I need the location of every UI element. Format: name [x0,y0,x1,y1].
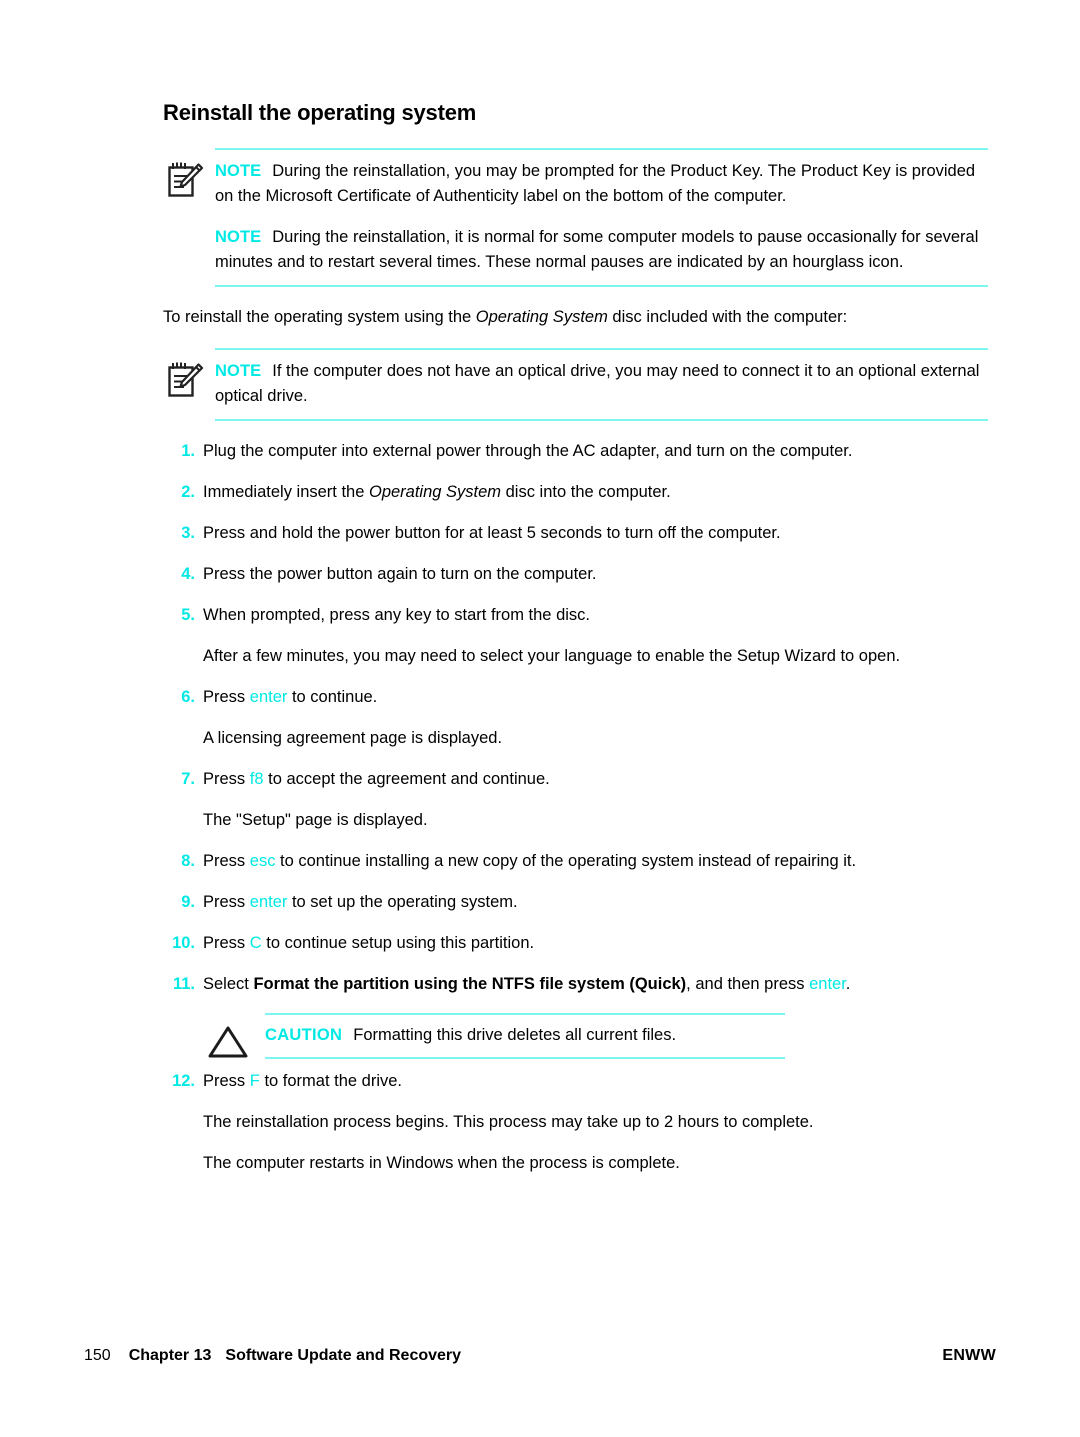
footer-section-title: Software Update and Recovery [225,1347,462,1364]
list-item: 1. Plug the computer into external power… [163,439,988,464]
step-text: Press C to continue setup using this par… [203,934,535,952]
step-number: 2. [181,483,195,501]
note-item: NOTE If the computer does not have an opt… [215,359,988,409]
note-text: If the computer does not have an optical… [215,362,980,405]
caution-block-body: CAUTION Formatting this drive deletes all… [265,1013,785,1059]
key-name: f8 [249,770,264,788]
list-item: 12. Press F to format the drive. [163,1069,988,1094]
step-followup-text: A licensing agreement page is displayed. [203,729,503,747]
procedure-steps: 1. Plug the computer into external power… [163,439,988,1176]
note-item: NOTE During the reinstallation, it is nor… [215,225,988,275]
list-item: 5. When prompted, press any key to start… [163,603,988,628]
step-number: 12. [172,1072,195,1090]
key-name: F [249,1072,260,1090]
list-item: 9. Press enter to set up the operating s… [163,890,988,915]
step-number: 5. [181,606,195,624]
step-text: Press the power button again to turn on … [203,565,597,583]
emphasis-option-label: Format the partition using the NTFS file… [253,975,687,993]
intro-paragraph: To reinstall the operating system using … [163,305,988,330]
step-text: Press and hold the power button for at l… [203,524,781,542]
step-number: 6. [181,688,195,706]
list-item: 3. Press and hold the power button for a… [163,521,988,546]
key-name: enter [809,975,846,993]
closing-paragraph: The reinstallation process begins. This … [203,1113,814,1131]
step-text: Plug the computer into external power th… [203,442,853,460]
note-text: During the reinstallation, it is normal … [215,228,979,271]
step-text: Select Format the partition using the NT… [203,975,851,993]
step-number: 4. [181,565,195,583]
step-number: 1. [181,442,195,460]
list-item: 10. Press C to continue setup using this… [163,931,988,956]
step-followup-text: The "Setup" page is displayed. [203,811,428,829]
page-title: Reinstall the operating system [163,100,477,125]
step-text: Press F to format the drive. [203,1072,403,1090]
footer-left: 150 Chapter 13 Software Update and Recover… [84,1347,461,1365]
step-number: 10. [172,934,195,952]
step-followup-text: After a few minutes, you may need to sel… [203,647,901,665]
note-tag: NOTE [215,162,262,180]
step-number: 9. [181,893,195,911]
list-item: 11. Select Format the partition using th… [163,972,988,997]
list-item: 8. Press esc to continue installing a ne… [163,849,988,874]
footer-chapter: Chapter 13 [128,1347,212,1364]
key-name: enter [249,893,288,911]
note-block-optical-drive: NOTE If the computer does not have an opt… [163,348,988,421]
note-pad-pencil-icon [167,360,205,400]
note-block-body: NOTE During the reinstallation, you may b… [215,148,988,287]
caution-tag: CAUTION [265,1026,343,1044]
step-text: Press enter to set up the operating syst… [203,893,518,911]
step-number: 8. [181,852,195,870]
step-text: When prompted, press any key to start fr… [203,606,590,624]
intro-italic-title: Operating System [475,308,608,326]
step-text: Press esc to continue installing a new c… [203,852,857,870]
footer-locale: ENWW [942,1347,996,1364]
note-pad-pencil-icon [167,160,205,200]
list-item: 4. Press the power button again to turn … [163,562,988,587]
key-name: enter [249,688,288,706]
intro-before: To reinstall the operating system using … [163,308,476,326]
page-content: Reinstall the operating system NOTE Duri… [163,100,988,1192]
step-text: Press f8 to accept the agreement and con… [203,770,550,788]
step-text: Press enter to continue. [203,688,378,706]
list-item: 7. Press f8 to accept the agreement and … [163,767,988,792]
intro-after: disc included with the computer: [607,308,848,326]
caution-block: CAUTION Formatting this drive deletes all… [203,1013,785,1059]
step-number: 7. [181,770,195,788]
closing-paragraph: The computer restarts in Windows when th… [203,1154,680,1172]
note-tag: NOTE [215,362,262,380]
list-item: 6. Press enter to continue. [163,685,988,710]
page-footer: 150 Chapter 13 Software Update and Recover… [84,1347,996,1365]
key-name: C [249,934,262,952]
note-tag: NOTE [215,228,262,246]
caution-text: Formatting this drive deletes all curren… [353,1026,677,1044]
page-number: 150 [84,1347,111,1364]
note-block-body: NOTE If the computer does not have an opt… [215,348,988,421]
step-number: 11. [172,975,195,993]
step-number: 3. [181,524,195,542]
document-page: Reinstall the operating system NOTE Duri… [0,0,1080,1437]
note-text: During the reinstallation, you may be pr… [215,162,976,205]
key-name: esc [249,852,276,870]
caution-item: CAUTION Formatting this drive deletes all… [265,1023,785,1048]
step-text: Immediately insert the Operating System … [203,483,671,501]
list-item: 2. Immediately insert the Operating Syst… [163,480,988,505]
note-item: NOTE During the reinstallation, you may b… [215,159,988,209]
warning-triangle-icon [205,1023,251,1061]
note-block-primary: NOTE During the reinstallation, you may b… [163,148,988,287]
